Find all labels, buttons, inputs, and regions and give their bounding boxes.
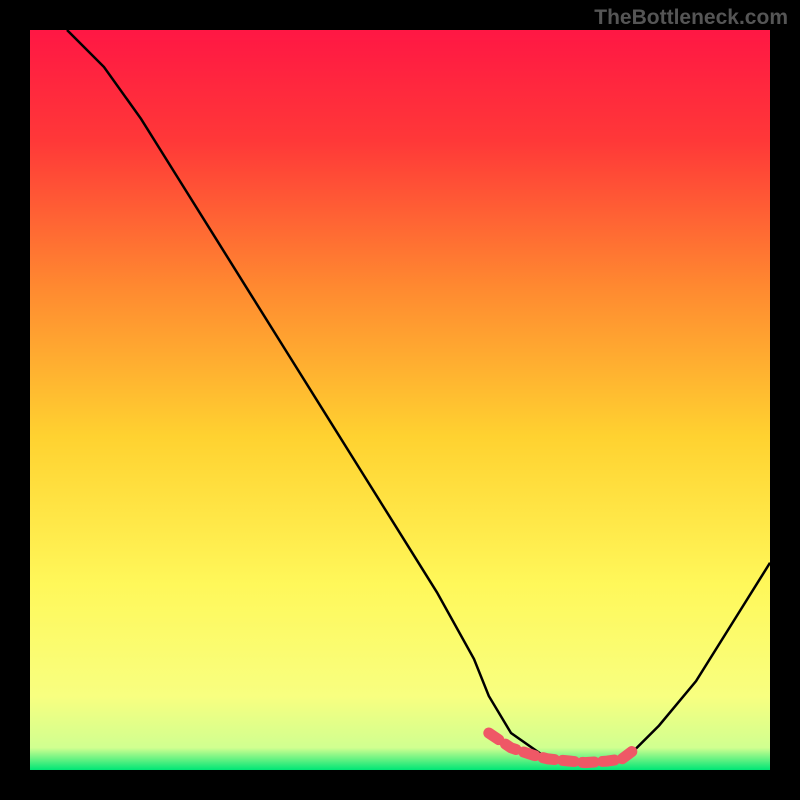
chart-svg [30,30,770,770]
plot-area [30,30,770,770]
gradient-background [30,30,770,770]
chart-container: TheBottleneck.com [0,0,800,800]
watermark-text: TheBottleneck.com [594,6,788,30]
